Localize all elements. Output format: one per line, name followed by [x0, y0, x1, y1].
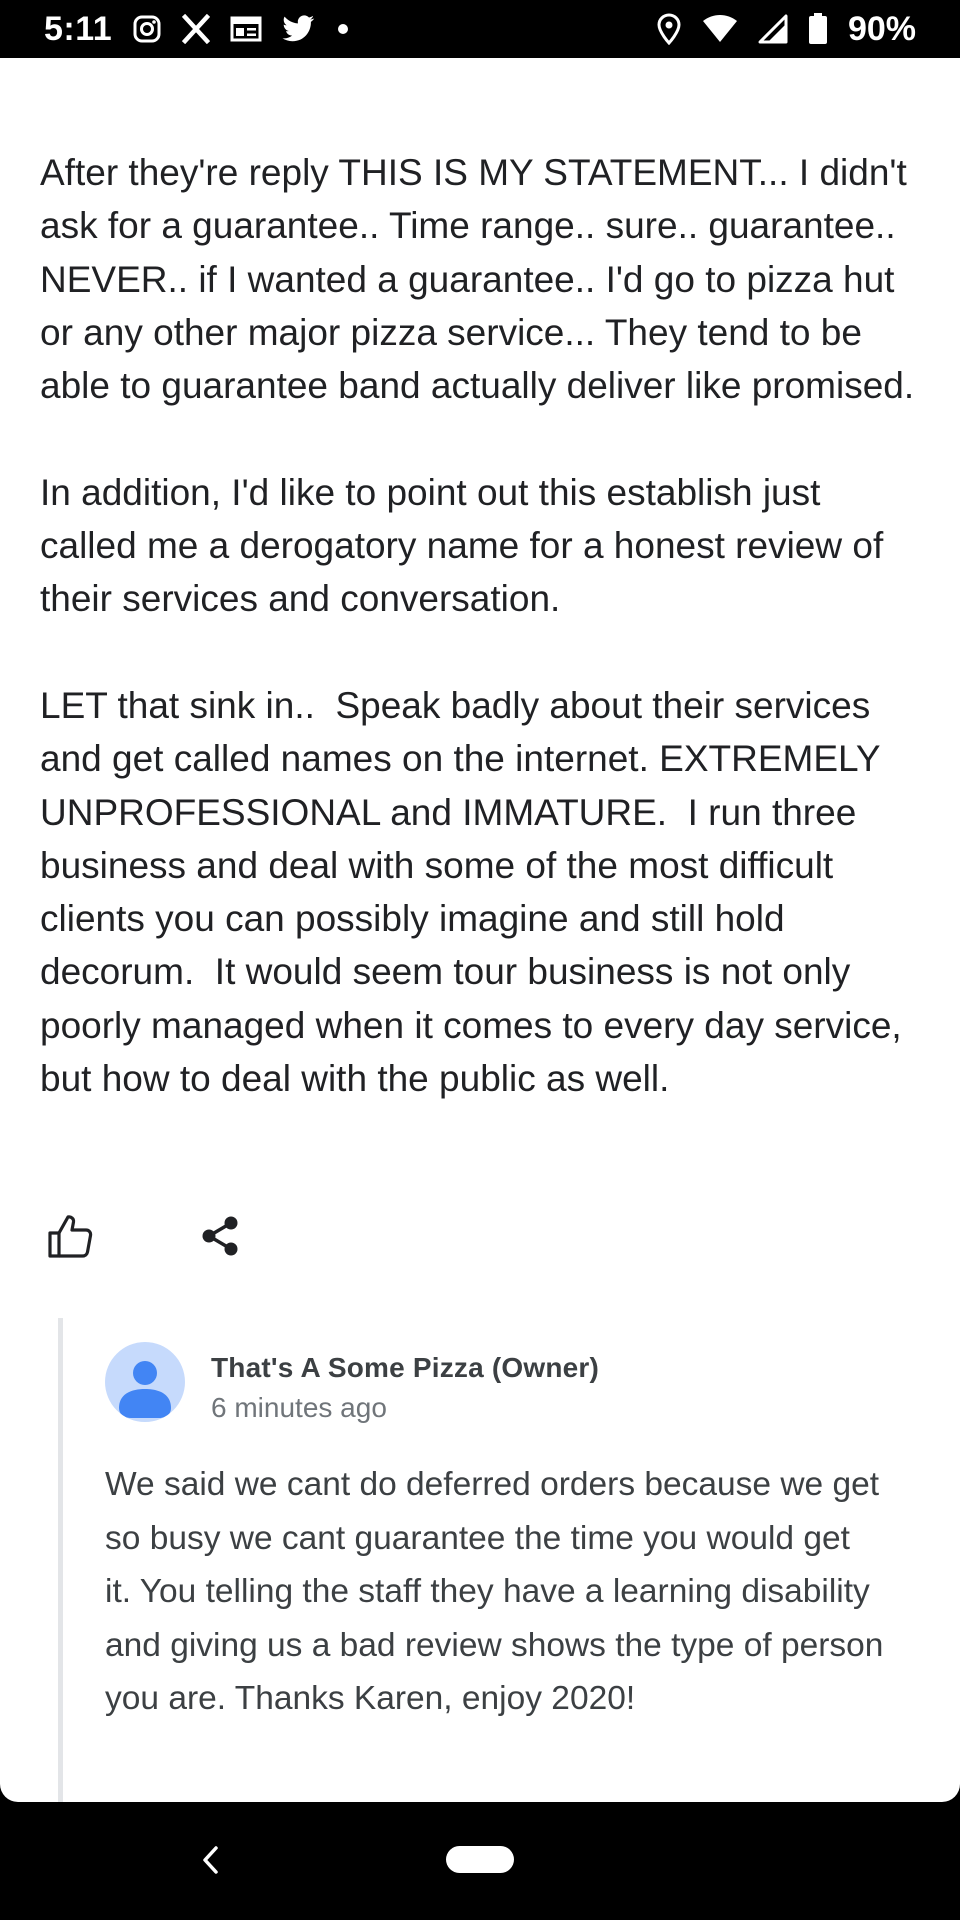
navigation-bar — [0, 1802, 960, 1920]
x-icon — [182, 14, 211, 44]
twitter-icon — [282, 14, 316, 44]
status-bar: 5:11 90% — [0, 0, 960, 58]
reply-timestamp: 6 minutes ago — [211, 1392, 387, 1423]
battery-icon — [808, 13, 828, 45]
share-button[interactable] — [190, 1206, 250, 1266]
reply-text: We said we cant do deferred orders becau… — [105, 1466, 884, 1717]
back-button[interactable] — [194, 1842, 230, 1878]
review-content: After they're reply THIS IS MY STATEMENT… — [0, 58, 960, 1802]
review-paragraph: After they're reply THIS IS MY STATEMENT… — [40, 152, 918, 407]
review-paragraph: In addition, I'd like to point out this … — [40, 471, 894, 620]
wifi-icon — [702, 14, 738, 44]
battery-percent: 90% — [847, 9, 916, 48]
share-icon — [202, 1216, 238, 1256]
review-actions — [40, 1206, 250, 1266]
status-time: 5:11 — [44, 9, 113, 48]
news-icon — [230, 14, 262, 44]
location-icon — [656, 13, 682, 45]
person-icon — [119, 1361, 171, 1418]
review-body: After they're reply THIS IS MY STATEMENT… — [40, 146, 920, 1105]
signal-icon — [758, 14, 788, 44]
reply-author[interactable]: That's A Some Pizza (Owner) — [211, 1352, 599, 1384]
avatar — [105, 1342, 185, 1422]
instagram-icon — [132, 14, 162, 44]
back-chevron-icon — [203, 1846, 218, 1874]
home-pill-button[interactable] — [446, 1846, 514, 1873]
thumbs-up-icon — [48, 1215, 93, 1258]
like-button[interactable] — [40, 1206, 100, 1266]
review-paragraph: LET that sink in.. Speak badly about the… — [40, 684, 912, 1100]
dot-icon — [336, 22, 350, 36]
status-left: 5:11 — [44, 10, 350, 49]
status-right: 90% — [656, 10, 916, 49]
owner-reply: That's A Some Pizza (Owner) 6 minutes ag… — [58, 1318, 918, 1802]
